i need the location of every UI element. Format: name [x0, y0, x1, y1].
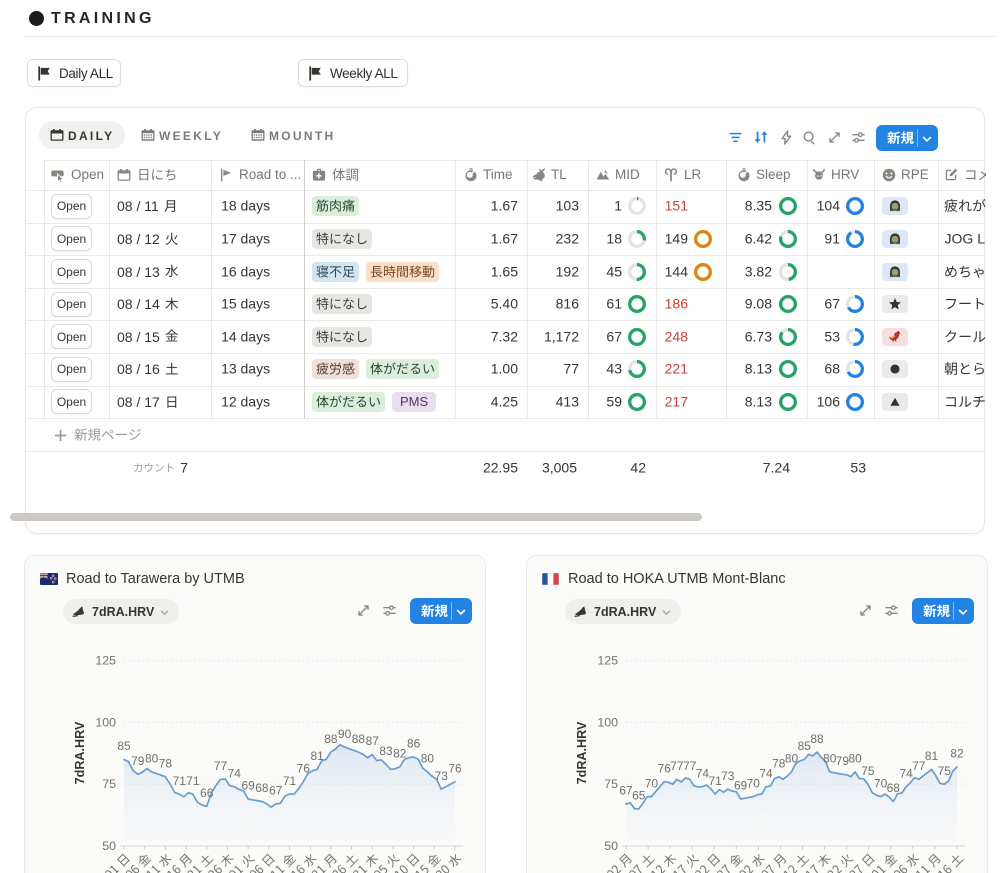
svg-text:88: 88: [810, 732, 824, 746]
svg-text:85: 85: [798, 739, 812, 753]
svg-text:81: 81: [925, 749, 939, 763]
svg-text:70: 70: [874, 776, 888, 790]
svg-text:7dRA.HRV: 7dRA.HRV: [73, 721, 87, 784]
svg-text:80: 80: [421, 752, 435, 766]
svg-text:50: 50: [604, 839, 618, 853]
svg-text:66: 66: [200, 786, 214, 800]
svg-text:75: 75: [604, 777, 618, 791]
svg-text:71: 71: [186, 774, 200, 788]
svg-text:79: 79: [836, 754, 850, 768]
svg-text:77: 77: [670, 759, 684, 773]
svg-text:75: 75: [861, 764, 875, 778]
svg-text:125: 125: [95, 654, 116, 668]
svg-text:83: 83: [379, 744, 393, 758]
svg-text:75: 75: [102, 777, 116, 791]
svg-text:82: 82: [393, 747, 407, 761]
svg-text:69: 69: [734, 779, 748, 793]
svg-text:82: 82: [950, 747, 964, 761]
svg-text:71: 71: [708, 774, 722, 788]
svg-text:7dRA.HRV: 7dRA.HRV: [575, 721, 589, 784]
svg-text:74: 74: [899, 766, 913, 780]
svg-text:70: 70: [645, 776, 659, 790]
svg-text:100: 100: [95, 715, 116, 729]
svg-text:74: 74: [228, 766, 242, 780]
svg-text:90: 90: [338, 727, 352, 741]
svg-text:80: 80: [823, 752, 837, 766]
svg-text:77: 77: [683, 759, 697, 773]
svg-text:81: 81: [310, 749, 324, 763]
svg-text:80: 80: [785, 752, 799, 766]
svg-text:76: 76: [658, 761, 672, 775]
svg-text:50: 50: [102, 839, 116, 853]
svg-text:88: 88: [352, 732, 366, 746]
svg-text:76: 76: [297, 761, 311, 775]
svg-text:78: 78: [772, 757, 786, 771]
svg-text:68: 68: [887, 781, 901, 795]
svg-text:71: 71: [283, 774, 297, 788]
svg-text:67: 67: [269, 784, 283, 798]
svg-text:78: 78: [159, 757, 173, 771]
svg-text:88: 88: [324, 732, 338, 746]
svg-text:125: 125: [597, 654, 618, 668]
svg-text:80: 80: [145, 752, 159, 766]
svg-text:85: 85: [117, 739, 131, 753]
svg-text:77: 77: [912, 759, 926, 773]
svg-text:75: 75: [938, 764, 952, 778]
svg-text:74: 74: [696, 766, 710, 780]
svg-text:69: 69: [241, 779, 255, 793]
svg-text:74: 74: [759, 766, 773, 780]
svg-text:73: 73: [435, 769, 449, 783]
svg-text:67: 67: [619, 784, 633, 798]
svg-text:86: 86: [407, 737, 421, 751]
svg-text:76: 76: [448, 761, 462, 775]
svg-text:77: 77: [214, 759, 228, 773]
svg-text:73: 73: [721, 769, 735, 783]
svg-text:68: 68: [255, 781, 269, 795]
svg-text:87: 87: [366, 734, 380, 748]
svg-text:71: 71: [173, 774, 187, 788]
svg-text:100: 100: [597, 715, 618, 729]
svg-text:79: 79: [131, 754, 145, 768]
svg-text:70: 70: [747, 776, 761, 790]
svg-text:65: 65: [632, 789, 646, 803]
svg-text:80: 80: [848, 752, 862, 766]
